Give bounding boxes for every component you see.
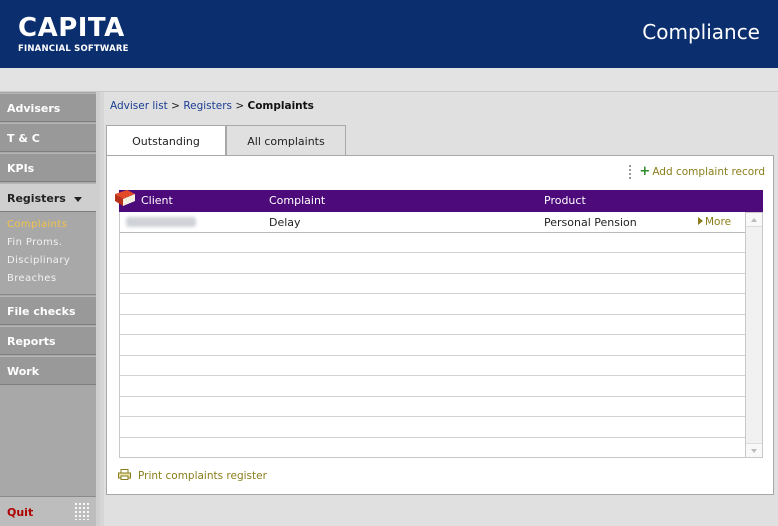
toolbar-strip bbox=[0, 68, 778, 92]
column-header-client[interactable]: Client bbox=[141, 194, 173, 207]
separator-dots bbox=[629, 165, 632, 179]
subnav-item-fin-proms[interactable]: Fin Proms. bbox=[0, 234, 96, 252]
plus-icon: + bbox=[639, 164, 651, 179]
complaints-table-body: Delay Personal Pension More bbox=[119, 212, 745, 458]
capita-logo: CAPITA FINANCIAL SOFTWARE bbox=[18, 14, 129, 54]
table-row-empty bbox=[120, 356, 745, 376]
table-row[interactable]: Delay Personal Pension More bbox=[120, 212, 745, 233]
app-header: CAPITA FINANCIAL SOFTWARE Compliance bbox=[0, 0, 778, 68]
sidebar: Advisers T & C KPIs Registers Complaints… bbox=[0, 92, 100, 526]
table-header: Client Complaint Product bbox=[115, 190, 763, 212]
breadcrumb: Adviser list > Registers > Complaints bbox=[110, 100, 314, 112]
tab-all-complaints[interactable]: All complaints bbox=[226, 125, 346, 155]
sidebar-item-kpis[interactable]: KPIs bbox=[0, 153, 96, 182]
print-register-label: Print complaints register bbox=[138, 470, 267, 482]
chevron-down-icon bbox=[73, 196, 82, 202]
sidebar-item-t-and-c[interactable]: T & C bbox=[0, 123, 96, 152]
quit-bar: Quit bbox=[0, 496, 96, 526]
sidebar-item-registers-label: Registers bbox=[7, 192, 66, 205]
subnav-item-breaches[interactable]: Breaches bbox=[0, 270, 96, 288]
breadcrumb-registers[interactable]: Registers bbox=[183, 100, 232, 112]
subnav-item-disciplinary[interactable]: Disciplinary bbox=[0, 252, 96, 270]
grip-icon bbox=[74, 502, 90, 520]
table-row-empty bbox=[120, 417, 745, 438]
column-header-product[interactable]: Product bbox=[544, 194, 586, 207]
more-label: More bbox=[705, 216, 732, 228]
breadcrumb-current: Complaints bbox=[247, 100, 314, 112]
printer-icon bbox=[118, 469, 131, 480]
breadcrumb-separator: > bbox=[235, 100, 245, 112]
client-name-redacted bbox=[126, 217, 196, 227]
subnav-item-complaints[interactable]: Complaints bbox=[0, 216, 96, 234]
app-title: Compliance bbox=[642, 20, 760, 44]
table-scrollbar[interactable] bbox=[745, 212, 763, 458]
main-content: Adviser list > Registers > Complaints Ou… bbox=[104, 92, 778, 526]
book-icon bbox=[115, 190, 135, 206]
logo-sub-text: FINANCIAL SOFTWARE bbox=[18, 44, 129, 54]
cell-complaint: Delay bbox=[269, 216, 301, 229]
table-row-empty bbox=[120, 253, 745, 274]
sidebar-item-advisers[interactable]: Advisers bbox=[0, 93, 96, 122]
cell-product: Personal Pension bbox=[544, 216, 637, 229]
breadcrumb-separator: > bbox=[171, 100, 180, 112]
column-header-complaint[interactable]: Complaint bbox=[269, 194, 325, 207]
sidebar-item-registers[interactable]: Registers bbox=[0, 183, 96, 212]
scroll-down-icon[interactable] bbox=[746, 443, 762, 457]
print-complaints-register-link[interactable]: Print complaints register bbox=[118, 469, 267, 482]
breadcrumb-adviser-list[interactable]: Adviser list bbox=[110, 100, 168, 112]
quit-button[interactable]: Quit bbox=[7, 506, 33, 519]
logo-main-text: CAPITA bbox=[18, 13, 125, 43]
table-row-empty bbox=[120, 376, 745, 397]
play-arrow-icon bbox=[698, 217, 703, 225]
table-row-empty bbox=[120, 274, 745, 294]
registers-submenu: Complaints Fin Proms. Disciplinary Breac… bbox=[0, 212, 96, 295]
scroll-up-icon[interactable] bbox=[746, 213, 762, 227]
table-row-empty bbox=[120, 397, 745, 417]
table-row-empty bbox=[120, 294, 745, 315]
table-row-empty bbox=[120, 315, 745, 335]
table-row-empty bbox=[120, 233, 745, 253]
tab-outstanding[interactable]: Outstanding bbox=[106, 125, 226, 156]
add-complaint-label: Add complaint record bbox=[652, 166, 765, 178]
sidebar-item-file-checks[interactable]: File checks bbox=[0, 296, 96, 325]
add-complaint-record-link[interactable]: + Add complaint record bbox=[629, 164, 765, 179]
sidebar-item-reports[interactable]: Reports bbox=[0, 326, 96, 355]
sidebar-item-work[interactable]: Work bbox=[0, 356, 96, 385]
table-row-empty bbox=[120, 335, 745, 356]
more-link[interactable]: More bbox=[698, 216, 731, 228]
complaints-panel: + Add complaint record Client Complaint P… bbox=[106, 155, 774, 495]
